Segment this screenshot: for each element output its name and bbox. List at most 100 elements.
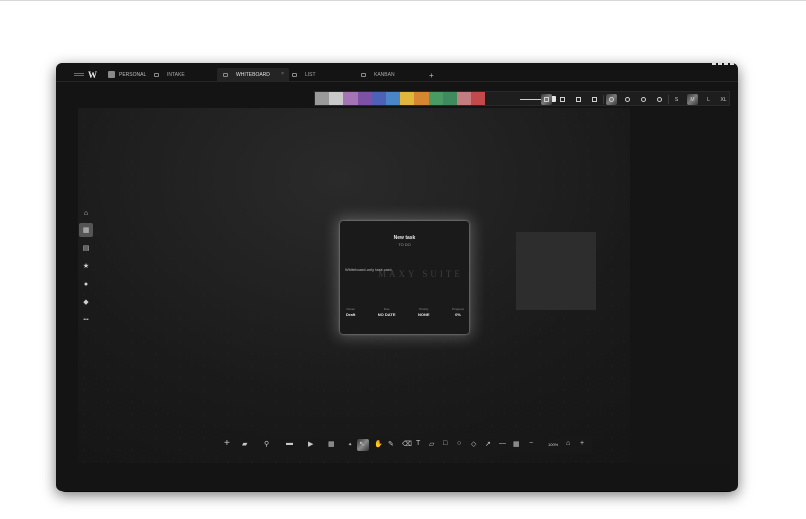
home-view-icon[interactable]: ⌂ <box>566 440 570 447</box>
tab-whiteboard[interactable]: WHITEBOARD × <box>217 68 289 81</box>
square-icon <box>560 97 565 102</box>
fill-hatch-button[interactable] <box>573 94 584 105</box>
calendar-icon[interactable]: ▤ <box>81 243 91 253</box>
rectangle-shape[interactable] <box>516 232 596 310</box>
tab-intake[interactable]: INTAKE <box>148 68 214 81</box>
app-logo: W <box>88 70 97 80</box>
tab-label: WHITEBOARD <box>236 71 270 78</box>
task-description: Whiteboard-only task card. <box>345 267 393 272</box>
fill-outline-button[interactable] <box>557 94 568 105</box>
line-icon[interactable]: — <box>499 440 506 447</box>
color-swatch-6[interactable] <box>400 92 415 105</box>
zoom-out-button[interactable]: − <box>529 440 533 447</box>
field-value: NONE <box>417 312 430 317</box>
apps-icon[interactable]: ▦ <box>328 440 335 448</box>
field-value: Draft <box>346 312 356 317</box>
inbox-icon <box>154 72 159 77</box>
workspace-label[interactable]: PERSONAL <box>119 72 146 78</box>
color-swatch-10[interactable] <box>456 92 472 105</box>
zoom-in-button[interactable]: + <box>580 440 584 447</box>
field-label: Owner <box>346 307 356 311</box>
color-palette <box>315 92 486 105</box>
search-icon[interactable]: ⚲ <box>264 440 269 448</box>
text-icon[interactable]: T <box>416 440 420 447</box>
square-icon <box>544 97 549 102</box>
hamburger-menu-icon[interactable] <box>74 73 84 74</box>
color-swatch-0[interactable] <box>315 92 330 105</box>
color-swatch-11[interactable] <box>471 92 486 105</box>
color-swatch-9[interactable] <box>442 92 457 105</box>
grid-snap-icon[interactable]: ▦ <box>513 440 520 448</box>
stroke-none-button[interactable] <box>654 94 665 105</box>
size-xl-button[interactable]: XL <box>718 94 729 105</box>
arrow-icon[interactable]: ↗ <box>485 440 491 448</box>
select-icon[interactable]: ↖ <box>359 440 365 448</box>
stroke-dotted-button[interactable] <box>638 94 649 105</box>
size-s-button[interactable]: S <box>671 94 682 105</box>
field-priority: Priority NONE <box>418 307 430 317</box>
circle-icon[interactable]: ○ <box>457 440 461 447</box>
size-l-button[interactable]: L <box>703 94 714 105</box>
grid-icon[interactable]: ▦ <box>79 223 93 237</box>
close-tab-icon[interactable]: × <box>281 71 284 77</box>
more-icon[interactable]: ••• <box>81 315 91 325</box>
workspace-icon <box>108 71 115 78</box>
task-fields: Owner Draft Due NO DATE Priority NONE Pr… <box>346 307 464 317</box>
task-title[interactable]: New task <box>340 235 469 241</box>
window-controls[interactable] <box>712 63 734 65</box>
stroke-dashed-button[interactable] <box>622 94 633 105</box>
hand-icon[interactable]: ✋ <box>374 440 383 448</box>
color-swatch-8[interactable] <box>428 92 443 105</box>
tab-label: KANBAN <box>374 71 395 78</box>
color-swatch-2[interactable] <box>343 92 358 105</box>
pointer-icon[interactable]: ✦ <box>348 442 352 448</box>
eraser-icon[interactable]: ⌫ <box>402 440 412 448</box>
tab-list[interactable]: LIST <box>286 68 352 81</box>
fill-pattern-button[interactable] <box>589 94 600 105</box>
size-m-button[interactable]: M <box>687 94 698 105</box>
tab-kanban[interactable]: KANBAN <box>355 68 421 81</box>
field-label: Due <box>383 307 390 311</box>
rectangle-icon[interactable]: □ <box>443 440 447 447</box>
image-icon[interactable]: ▰ <box>242 440 247 448</box>
color-swatch-3[interactable] <box>357 92 372 105</box>
toolbar-divider <box>668 95 669 104</box>
tab-label: INTAKE <box>167 71 185 78</box>
circle-icon <box>625 97 630 102</box>
field-progress: Progress 0% <box>452 307 464 317</box>
star-icon[interactable]: ★ <box>81 261 91 271</box>
diamond-icon[interactable]: ◇ <box>471 440 476 448</box>
sticky-note-icon[interactable]: ▱ <box>429 440 434 448</box>
task-card[interactable]: New task TO DO MAXY SUITE Whiteboard-onl… <box>340 221 469 334</box>
play-icon[interactable]: ▶ <box>308 440 313 448</box>
tab-divider <box>56 81 738 82</box>
layers-icon[interactable]: ◆ <box>81 297 91 307</box>
home-icon[interactable]: ⌂ <box>81 208 91 218</box>
list-icon <box>292 72 297 77</box>
comment-icon[interactable]: ▬ <box>286 440 293 447</box>
stroke-solid-button[interactable] <box>606 94 617 105</box>
color-swatch-4[interactable] <box>371 92 386 105</box>
task-status: TO DO <box>398 242 411 247</box>
toolbar-divider <box>603 95 604 104</box>
color-swatch-7[interactable] <box>414 92 429 105</box>
plus-icon[interactable]: + <box>224 438 230 449</box>
square-icon <box>576 97 581 102</box>
circle-icon <box>641 97 646 102</box>
pen-icon[interactable]: ✎ <box>388 440 394 448</box>
color-swatch-1[interactable] <box>329 92 344 105</box>
field-owner: Owner Draft <box>346 307 355 317</box>
add-tab-button[interactable]: + <box>429 71 434 80</box>
right-panel <box>630 108 730 463</box>
tab-label: LIST <box>305 71 316 78</box>
app-window: W PERSONAL INTAKE WHITEBOARD × LIST KANB… <box>56 63 738 491</box>
square-icon <box>592 97 597 102</box>
color-swatch-5[interactable] <box>385 92 401 105</box>
style-toolbar: S M L XL <box>314 91 730 106</box>
zoom-level[interactable]: 100% <box>548 442 558 447</box>
field-value: 0% <box>455 312 461 317</box>
field-label: Progress <box>451 307 464 311</box>
field-due: Due NO DATE <box>378 307 396 317</box>
fill-solid-button[interactable] <box>541 94 552 105</box>
user-icon[interactable]: ● <box>81 279 91 289</box>
